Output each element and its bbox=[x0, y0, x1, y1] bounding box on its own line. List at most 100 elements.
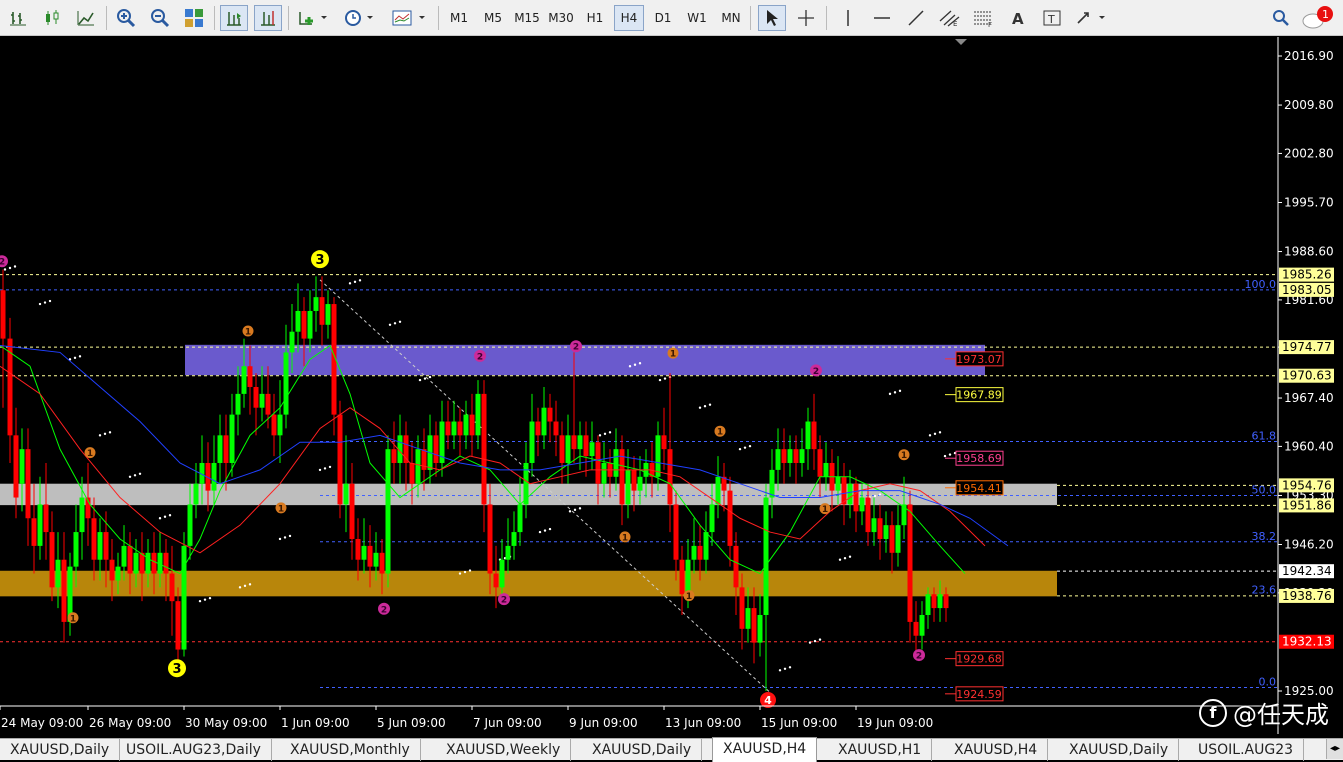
candle-body bbox=[127, 545, 133, 574]
chart-tab[interactable]: USOIL.AUG23,Daily bbox=[116, 739, 272, 761]
chart-tab[interactable]: XAUUSD,Monthly bbox=[280, 739, 421, 761]
trailing-dot bbox=[328, 465, 332, 469]
chart-tab[interactable]: XAUUSD,Daily bbox=[1059, 739, 1180, 761]
price-box-label: 1938.76 bbox=[1282, 589, 1332, 603]
candle-body bbox=[115, 566, 121, 581]
timeframe-m30-button[interactable]: M30 bbox=[546, 5, 576, 31]
candle-body bbox=[523, 462, 529, 505]
timeframe-m1-button[interactable]: M1 bbox=[444, 5, 474, 31]
chart-canvas[interactable]: 3 3 2 2 2 2 2 2 2 1 1 1 1 1 1 1 1 1 1 4 1973.07 1967.89 1958.6… bbox=[0, 37, 1343, 734]
candle-body bbox=[361, 545, 367, 560]
candle-body bbox=[655, 435, 661, 477]
zoom-out-icon[interactable] bbox=[146, 5, 174, 31]
level-label: 1973.07 bbox=[956, 353, 1002, 366]
crosshair-icon[interactable] bbox=[792, 5, 820, 31]
candle-body bbox=[727, 490, 733, 546]
candle-body bbox=[463, 414, 469, 436]
chart-tab[interactable]: XAUUSD,Weekly bbox=[436, 739, 572, 761]
templates-icon[interactable] bbox=[388, 5, 430, 31]
indicators-icon[interactable] bbox=[294, 5, 334, 31]
equidistant-channel-icon[interactable]: E bbox=[936, 5, 964, 31]
price-box-label: 1985.26 bbox=[1282, 268, 1332, 282]
horizontal-line-icon[interactable] bbox=[868, 5, 896, 31]
fibonacci-icon[interactable]: F bbox=[970, 5, 998, 31]
candle-body bbox=[79, 497, 85, 533]
time-axis-label: 7 Jun 09:00 bbox=[473, 716, 542, 730]
text-label-icon[interactable]: T bbox=[1038, 5, 1066, 31]
auto-scroll-icon[interactable] bbox=[220, 5, 248, 31]
wave-label-orange: 1 bbox=[686, 592, 692, 602]
trailing-dot bbox=[878, 493, 882, 496]
price-box-label: 1942.34 bbox=[1282, 564, 1332, 578]
candle-body bbox=[415, 449, 421, 484]
wave-label-magenta: 2 bbox=[813, 367, 819, 377]
notifications-chat-icon[interactable]: 1 bbox=[1300, 5, 1338, 31]
svg-text:E: E bbox=[953, 20, 957, 27]
zoom-in-icon[interactable] bbox=[112, 5, 140, 31]
chart-tab[interactable]: XAUUSD,H4 bbox=[712, 737, 818, 762]
candle-body bbox=[307, 310, 313, 339]
time-axis-label: 5 Jun 09:00 bbox=[377, 716, 446, 730]
trailing-dot bbox=[128, 475, 132, 478]
timeframe-m15-button[interactable]: M15 bbox=[512, 5, 542, 31]
arrows-shapes-icon[interactable] bbox=[1072, 5, 1112, 31]
trailing-dot bbox=[278, 537, 282, 541]
trailing-dot bbox=[788, 666, 792, 669]
wave-label-magenta: 2 bbox=[381, 605, 387, 615]
candle-body bbox=[739, 587, 745, 629]
candle-body bbox=[475, 393, 481, 436]
search-icon[interactable] bbox=[1268, 5, 1294, 31]
candle-body bbox=[709, 504, 715, 533]
timeframe-mn-button[interactable]: MN bbox=[716, 5, 746, 31]
price-axis-label: 1946.20 bbox=[1284, 538, 1334, 552]
chart-tab[interactable]: XAUUSD,Daily bbox=[582, 739, 703, 761]
candle-body bbox=[217, 435, 223, 463]
candle-body bbox=[451, 421, 457, 436]
wave-label-orange: 1 bbox=[70, 614, 76, 624]
tab-scroll-arrows-icon[interactable]: ◂▸ bbox=[1326, 739, 1343, 759]
bar-chart-icon[interactable] bbox=[4, 5, 32, 31]
chart-tab[interactable]: XAUUSD,H4 bbox=[944, 739, 1049, 761]
candle-body bbox=[103, 532, 109, 560]
price-axis-label: 1960.40 bbox=[1284, 439, 1334, 453]
chart-tab[interactable]: USOIL.AUG23 bbox=[1188, 739, 1305, 761]
trailing-dot bbox=[73, 356, 77, 360]
candle-body bbox=[853, 483, 859, 512]
tile-windows-icon[interactable] bbox=[180, 5, 208, 31]
candlestick-icon[interactable] bbox=[38, 5, 66, 31]
wave-label-red: 4 bbox=[764, 694, 772, 707]
svg-text:A: A bbox=[1012, 10, 1024, 27]
timeframe-d1-button[interactable]: D1 bbox=[648, 5, 678, 31]
candle-body bbox=[877, 518, 883, 539]
candle-body bbox=[505, 545, 511, 560]
wave-label-magenta: 2 bbox=[501, 596, 507, 606]
chart-shift-icon[interactable] bbox=[254, 5, 282, 31]
candle-body bbox=[535, 421, 541, 436]
trailing-dot bbox=[638, 362, 642, 365]
line-chart-icon[interactable] bbox=[72, 5, 100, 31]
periods-clock-icon[interactable] bbox=[340, 5, 380, 31]
chart-tab[interactable]: XAUUSD,Daily bbox=[0, 739, 121, 761]
chart-tab[interactable]: XAUUSD,H1 bbox=[828, 739, 933, 761]
time-axis-label: 30 May 09:00 bbox=[185, 716, 267, 730]
timeframe-m5-button[interactable]: M5 bbox=[478, 5, 508, 31]
trendline-icon[interactable] bbox=[902, 5, 930, 31]
text-icon[interactable]: A bbox=[1004, 5, 1032, 31]
cursor-arrow-icon[interactable] bbox=[758, 5, 786, 31]
fib-label: 0.0 bbox=[1259, 676, 1277, 689]
candle-body bbox=[553, 421, 559, 436]
candle-body bbox=[37, 504, 43, 546]
candle-body bbox=[367, 545, 373, 567]
price-axis-label: 2002.80 bbox=[1284, 146, 1334, 160]
trailing-dot bbox=[698, 406, 702, 409]
candle-body bbox=[271, 414, 277, 436]
timeframe-h1-button[interactable]: H1 bbox=[580, 5, 610, 31]
timeframe-w1-button[interactable]: W1 bbox=[682, 5, 712, 31]
price-box-label: 1954.76 bbox=[1282, 478, 1332, 492]
timeframe-h4-button[interactable]: H4 bbox=[614, 5, 644, 31]
candle-body bbox=[733, 545, 739, 588]
candle-body bbox=[313, 297, 319, 311]
price-chart[interactable]: 3 3 2 2 2 2 2 2 2 1 1 1 1 1 1 1 1 1 1 4 1973.07 1967.89 1958.6… bbox=[0, 37, 1343, 734]
vertical-line-icon[interactable] bbox=[834, 5, 862, 31]
trailing-dot bbox=[198, 599, 202, 603]
